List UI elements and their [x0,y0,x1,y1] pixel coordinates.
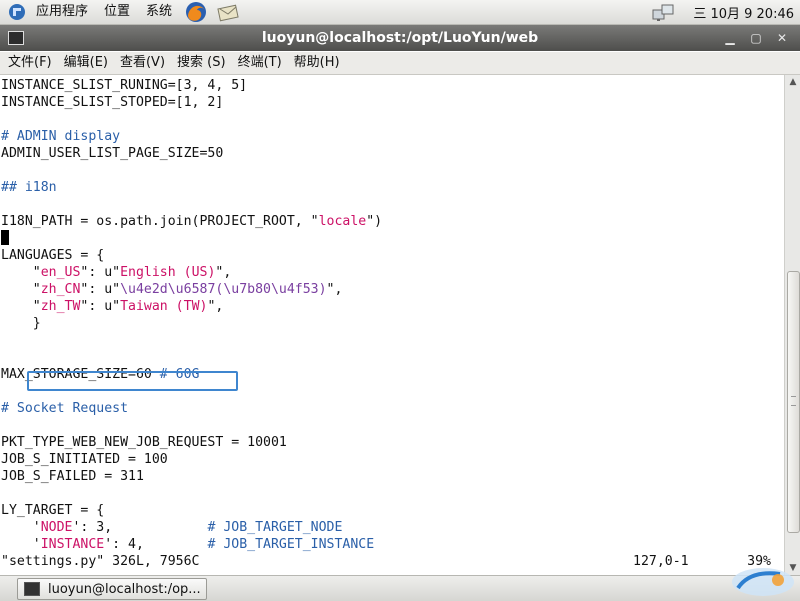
menu-help[interactable]: 帮助(H) [288,52,346,74]
code-line: ADMIN_USER_LIST_PAGE_SIZE=50 [1,146,224,161]
vim-buffer: INSTANCE_SLIST_RUNING=[3, 4, 5] INSTANCE… [1,77,771,570]
string-literal: English (US) [120,265,216,280]
scroll-up-icon[interactable]: ▲ [785,75,800,89]
site-watermark-logo [732,568,794,596]
terminal-menubar: 文件(F) 编辑(E) 查看(V) 搜索 (S) 终端(T) 帮助(H) [0,52,800,75]
string-literal: zh_CN [40,282,81,297]
string-literal: INSTANCE [40,537,105,552]
inline-comment: # JOB_TARGET_INSTANCE [207,537,375,552]
code-text: ": u" [80,299,121,314]
menu-search[interactable]: 搜索 (S) [171,52,232,74]
status-file-info: "settings.py" 326L, 7956C [1,554,200,569]
window-titlebar[interactable]: luoyun@localhost:/opt/LuoYun/web ▁ ▢ ✕ [0,25,800,51]
mail-launcher-icon[interactable] [216,1,240,23]
comment-line: ## i18n [1,180,57,195]
taskbar-window-button[interactable]: luoyun@localhost:/op... [17,578,207,600]
distro-logo-icon[interactable] [8,3,26,21]
code-text: " [1,282,41,297]
unicode-escape-literal: \u4e2d\u6587(\u7b80\u4f53) [120,282,327,297]
minimize-icon[interactable]: ▁ [722,30,738,46]
code-line: "en_US": u"English (US)", [1,264,771,281]
menu-system[interactable]: 系统 [138,0,180,24]
code-line: } [1,316,41,331]
text-cursor [1,230,9,245]
code-line: 'NODE': 3, # JOB_TARGET_NODE [1,519,771,536]
code-text: ", [326,282,343,297]
cursor-line [1,230,771,247]
comment-line: # Socket Request [1,401,129,416]
code-line: I18N_PATH = os.path.join(PROJECT_ROOT, "… [1,213,771,230]
code-line: LY_TARGET = { [1,503,105,518]
string-literal: zh_TW [40,299,81,314]
window-title: luoyun@localhost:/opt/LuoYun/web [261,30,539,46]
bottom-taskbar: luoyun@localhost:/op... [0,575,800,601]
thumb-grip-icon [791,396,796,406]
network-status-icon[interactable] [651,2,677,22]
code-line: "zh_CN": u"\u4e2d\u6587(\u7b80\u4f53)", [1,281,771,298]
code-text: ") [366,214,383,229]
code-line: LANGUAGES = { [1,248,105,263]
menu-view[interactable]: 查看(V) [114,52,171,74]
status-cursor-position: 127,0-1 [633,554,689,569]
taskbar-window-label: luoyun@localhost:/op... [48,581,201,597]
terminal-content[interactable]: INSTANCE_SLIST_RUNING=[3, 4, 5] INSTANCE… [0,75,784,575]
code-text: I18N_PATH = os.path.join(PROJECT_ROOT, " [1,214,319,229]
code-line: PKT_TYPE_WEB_NEW_JOB_REQUEST = 10001 [1,435,287,450]
close-icon[interactable]: ✕ [774,30,790,46]
code-text: " [1,265,41,280]
menu-applications[interactable]: 应用程序 [28,0,96,24]
scrollbar-thumb[interactable] [787,271,800,533]
firefox-launcher-icon[interactable] [184,1,208,23]
code-text: " [1,299,41,314]
code-text: ': 3, [72,520,208,535]
annotation-highlight-box [27,371,238,391]
string-literal: NODE [40,520,73,535]
top-panel: 应用程序 位置 系统 三 10月 9 20:46 [0,0,800,25]
menu-file[interactable]: 文件(F) [0,52,58,74]
code-text: ' [1,520,41,535]
code-text: ", [207,299,224,314]
maximize-icon[interactable]: ▢ [748,30,764,46]
code-line: INSTANCE_SLIST_RUNING=[3, 4, 5] [1,78,248,93]
string-literal: locale [318,214,367,229]
menu-terminal[interactable]: 终端(T) [232,52,288,74]
terminal-scrollbar[interactable]: ▲ ▼ [784,75,800,575]
code-text: ": u" [80,282,121,297]
code-line: JOB_S_FAILED = 311 [1,469,144,484]
code-line: "zh_TW": u"Taiwan (TW)", [1,298,771,315]
inline-comment: # JOB_TARGET_NODE [207,520,343,535]
menu-edit[interactable]: 编辑(E) [58,52,114,74]
code-line: JOB_S_INITIATED = 100 [1,452,168,467]
comment-line: # ADMIN display [1,129,121,144]
vim-status-line: "settings.py" 326L, 7956C 127,0-1 39% [1,553,771,570]
code-text: ": u" [80,265,121,280]
code-text: ", [215,265,232,280]
code-text: ': 4, [104,537,208,552]
menu-places[interactable]: 位置 [96,0,138,24]
code-line: INSTANCE_SLIST_STOPED=[1, 2] [1,95,224,110]
string-literal: Taiwan (TW) [120,299,208,314]
string-literal: en_US [40,265,81,280]
panel-clock[interactable]: 三 10月 9 20:46 [693,3,800,22]
code-line: 'INSTANCE': 4, # JOB_TARGET_INSTANCE [1,536,771,553]
terminal-task-icon [24,582,40,596]
code-text: ' [1,537,41,552]
